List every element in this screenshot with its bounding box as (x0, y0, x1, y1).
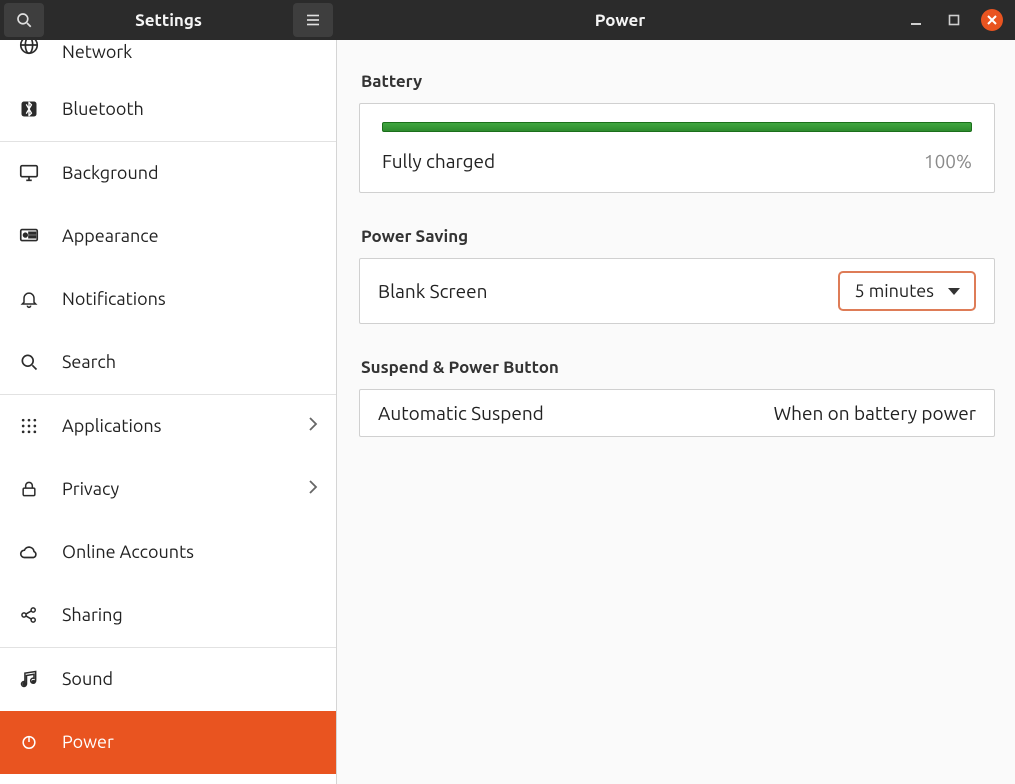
blank-screen-value: 5 minutes (854, 281, 934, 301)
chevron-right-icon (308, 479, 318, 499)
sidebar-item-sharing[interactable]: Sharing (0, 584, 336, 647)
menu-button[interactable] (293, 3, 333, 37)
search-icon (18, 352, 40, 372)
search-button[interactable] (4, 3, 44, 37)
sidebar-item-label: Online Accounts (62, 542, 318, 562)
automatic-suspend-value: When on battery power (774, 402, 976, 424)
grid-icon (18, 416, 40, 436)
music-icon (18, 669, 40, 689)
maximize-button[interactable] (943, 9, 965, 31)
share-icon (18, 605, 40, 625)
dropdown-arrow-icon (948, 288, 960, 295)
window-controls (899, 9, 1011, 31)
minimize-button[interactable] (905, 9, 927, 31)
search-icon (15, 11, 33, 29)
sidebar-item-background[interactable]: Background (0, 142, 336, 205)
window-body: Network Bluetooth Background (0, 40, 1015, 784)
sidebar-item-label: Sound (62, 669, 318, 689)
sidebar-item-label: Power (62, 732, 318, 752)
sidebar-item-label: Sharing (62, 605, 318, 625)
battery-percent-text: 100% (924, 150, 972, 172)
globe-icon (18, 40, 40, 56)
hamburger-icon (304, 11, 322, 29)
sidebar-item-label: Applications (62, 416, 286, 436)
automatic-suspend-label: Automatic Suspend (378, 402, 762, 424)
sidebar-item-label: Search (62, 352, 318, 372)
close-button[interactable] (981, 9, 1003, 31)
battery-status-text: Fully charged (382, 150, 495, 172)
chevron-right-icon (308, 416, 318, 436)
battery-level-bar (382, 122, 972, 132)
sidebar-item-appearance[interactable]: Appearance (0, 205, 336, 268)
battery-card: Fully charged 100% (359, 103, 995, 193)
maximize-icon (947, 13, 961, 27)
header-left: Settings (0, 0, 337, 40)
page-title: Power (341, 11, 899, 30)
sidebar-item-notifications[interactable]: Notifications (0, 268, 336, 331)
sidebar-item-label: Appearance (62, 226, 318, 246)
sidebar-item-online-accounts[interactable]: Online Accounts (0, 521, 336, 584)
sidebar-item-label: Background (62, 163, 318, 183)
lock-icon (18, 479, 40, 499)
sidebar-list: Network Bluetooth Background (0, 40, 336, 774)
sidebar: Network Bluetooth Background (0, 40, 337, 784)
section-title-suspend: Suspend & Power Button (361, 358, 995, 377)
sidebar-item-privacy[interactable]: Privacy (0, 458, 336, 521)
blank-screen-row[interactable]: Blank Screen 5 minutes (359, 258, 995, 324)
cloud-icon (18, 541, 40, 563)
sidebar-item-bluetooth[interactable]: Bluetooth (0, 78, 336, 141)
monitor-icon (18, 162, 40, 184)
sidebar-item-label: Notifications (62, 289, 318, 309)
sidebar-item-label: Bluetooth (62, 99, 318, 119)
battery-status-row: Fully charged 100% (382, 150, 972, 172)
settings-window: Settings Power (0, 0, 1015, 784)
minimize-icon (909, 13, 923, 27)
section-title-power-saving: Power Saving (361, 227, 995, 246)
section-title-battery: Battery (361, 72, 995, 91)
sidebar-item-applications[interactable]: Applications (0, 395, 336, 458)
sidebar-item-power[interactable]: Power (0, 711, 336, 774)
sidebar-item-network[interactable]: Network (0, 40, 336, 78)
bluetooth-icon (18, 99, 40, 119)
bell-icon (18, 289, 40, 309)
header-right: Power (337, 0, 1015, 40)
sidebar-item-sound[interactable]: Sound (0, 648, 336, 711)
appearance-icon (18, 225, 40, 247)
sidebar-item-label: Privacy (62, 479, 286, 499)
blank-screen-dropdown[interactable]: 5 minutes (838, 271, 976, 311)
close-icon (986, 14, 998, 26)
sidebar-item-search[interactable]: Search (0, 331, 336, 394)
sidebar-item-label: Network (62, 42, 318, 62)
automatic-suspend-row[interactable]: Automatic Suspend When on battery power (359, 389, 995, 437)
header-bar: Settings Power (0, 0, 1015, 40)
content-area: Battery Fully charged 100% Power Saving … (337, 40, 1015, 784)
power-icon (18, 732, 40, 752)
blank-screen-label: Blank Screen (378, 280, 826, 302)
settings-title: Settings (48, 11, 289, 30)
